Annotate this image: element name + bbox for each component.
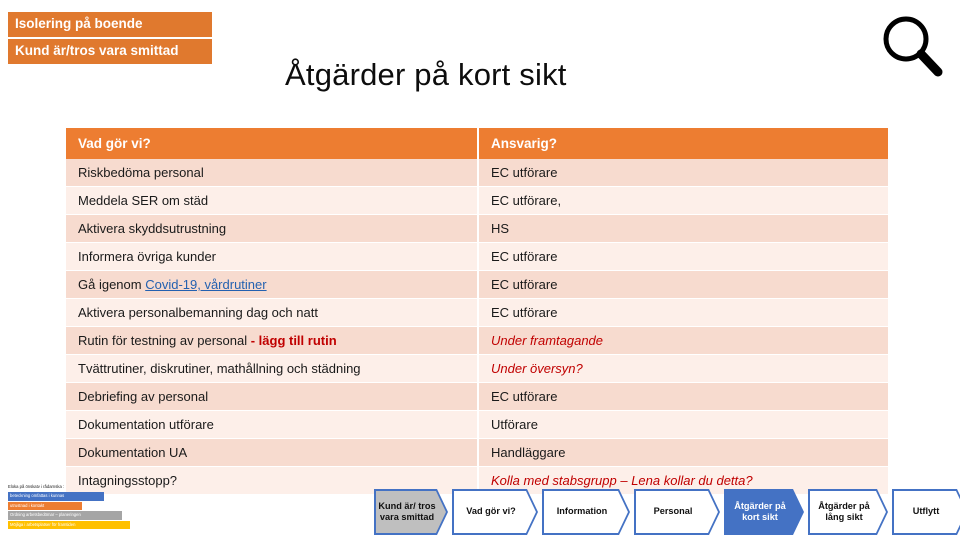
- cell-what: Dokumentation UA: [66, 438, 479, 467]
- nav-step-kund-smittad[interactable]: Kund är/ tros vara smittad: [374, 489, 448, 535]
- table-row: Dokumentation utförare Utförare: [66, 410, 888, 439]
- nav-step-utflytt[interactable]: Utflytt: [892, 489, 960, 535]
- cell-who: Utförare: [478, 410, 888, 439]
- cell-who: EC utförare: [478, 159, 888, 187]
- table-row: Riskbedöma personal EC utförare: [66, 159, 888, 187]
- nav-step-atgarder-lang-sikt[interactable]: Åtgärder på lång sikt: [808, 489, 888, 535]
- cell-who: EC utförare,: [478, 186, 888, 215]
- nav-step-label: Utflytt: [912, 506, 940, 517]
- search-icon[interactable]: [878, 12, 948, 80]
- nav-step-label: Information: [556, 506, 608, 517]
- cell-who: Under framtagande: [478, 326, 888, 355]
- cell-who: EC utförare: [478, 382, 888, 411]
- nav-step-atgarder-kort-sikt[interactable]: Åtgärder på kort sikt: [724, 489, 804, 535]
- table-row: Meddela SER om städ EC utförare,: [66, 186, 888, 215]
- legend-title: Eloka på önskatv i rådarnska :: [8, 484, 65, 489]
- cell-what: Rutin för testning av personal - lägg ti…: [66, 326, 479, 355]
- page-title: Åtgärder på kort sikt: [285, 57, 567, 92]
- cell-what: Aktivera personalbemanning dag och natt: [66, 298, 479, 327]
- nav-step-label: Åtgärder på lång sikt: [818, 500, 870, 522]
- nav-step-label: Personal: [653, 506, 693, 517]
- column-header-who: Ansvarig?: [478, 128, 888, 159]
- cell-who: Handläggare: [478, 438, 888, 467]
- covid-vardrutiner-link[interactable]: Covid-19, vårdrutiner: [145, 277, 266, 292]
- table-row: Dokumentation UA Handläggare: [66, 438, 888, 467]
- cell-what: Tvättrutiner, diskrutiner, mathållning o…: [66, 354, 479, 383]
- chevron-nav: Kund är/ tros vara smittad Vad gör vi? I…: [374, 489, 960, 537]
- legend: Eloka på önskatv i rådarnska : betecknin…: [8, 484, 138, 530]
- breadcrumb-chip-isolering[interactable]: Isolering på boende: [8, 12, 212, 38]
- table-header-row: Vad gör vi? Ansvarig?: [66, 128, 888, 159]
- cell-what: Gå igenom Covid-19, vårdrutiner: [66, 270, 479, 299]
- cell-who: EC utförare: [478, 242, 888, 271]
- cell-what-prefix: Rutin för testning av personal: [78, 333, 251, 348]
- nav-step-label: Vad gör vi?: [466, 506, 516, 517]
- table-row: Aktivera personalbemanning dag och natt …: [66, 298, 888, 327]
- cell-what: Debriefing av personal: [66, 382, 479, 411]
- cell-what: Informera övriga kunder: [66, 242, 479, 271]
- cell-who: EC utförare: [478, 298, 888, 327]
- column-header-what: Vad gör vi?: [66, 128, 479, 159]
- table-row: Aktivera skyddsutrustning HS: [66, 214, 888, 243]
- table-row: Gå igenom Covid-19, vårdrutiner EC utför…: [66, 270, 888, 299]
- legend-item-yellow: Möjliga i arbetsplatser för framtiden: [8, 520, 130, 530]
- legend-item-blue: beteckning omfattas i kunnas: [8, 492, 104, 501]
- breadcrumb: Isolering på boende Kund är/tros vara sm…: [8, 12, 212, 65]
- nav-step-information[interactable]: Information: [542, 489, 630, 535]
- action-table: Vad gör vi? Ansvarig? Riskbedöma persona…: [66, 128, 888, 495]
- legend-item-orange: utrustnad i kontakt: [8, 501, 82, 511]
- cell-what-prefix: Gå igenom: [78, 277, 146, 292]
- cell-what: Aktivera skyddsutrustning: [66, 214, 479, 243]
- breadcrumb-chip-kund-smittad[interactable]: Kund är/tros vara smittad: [8, 37, 212, 65]
- cell-who: HS: [478, 214, 888, 243]
- nav-step-personal[interactable]: Personal: [634, 489, 720, 535]
- legend-item-gray: Ordning arbetsbedömar – planeringen: [8, 511, 122, 520]
- nav-step-vad-gor-vi[interactable]: Vad gör vi?: [452, 489, 538, 535]
- cell-who: EC utförare: [478, 270, 888, 299]
- table-row: Debriefing av personal EC utförare: [66, 382, 888, 411]
- nav-step-label: Åtgärder på kort sikt: [734, 500, 786, 522]
- nav-step-label: Kund är/ tros vara smittad: [378, 500, 436, 522]
- cell-what: Dokumentation utförare: [66, 410, 479, 439]
- cell-what: Riskbedöma personal: [66, 159, 479, 187]
- cell-what-warning: - lägg till rutin: [250, 333, 337, 348]
- table-row: Tvättrutiner, diskrutiner, mathållning o…: [66, 354, 888, 383]
- table-row: Informera övriga kunder EC utförare: [66, 242, 888, 271]
- cell-what: Meddela SER om städ: [66, 186, 479, 215]
- cell-who: Under översyn?: [478, 354, 888, 383]
- table-row: Rutin för testning av personal - lägg ti…: [66, 326, 888, 355]
